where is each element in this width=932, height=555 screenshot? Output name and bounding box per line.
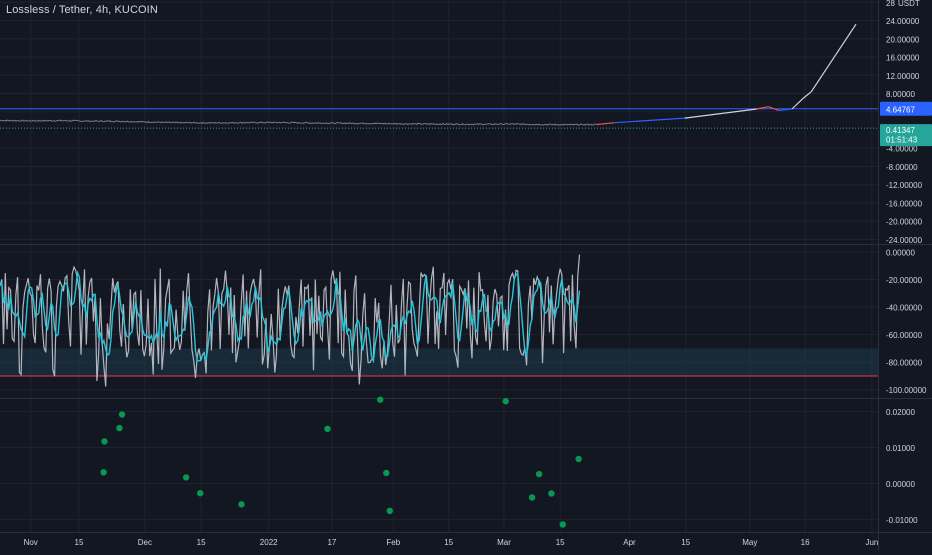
price-axis-unit: USDT (898, 0, 920, 8)
oscillator-axis-tick: -40.00000 (886, 304, 923, 313)
oscillator-band (0, 348, 878, 376)
price-axis-tick: -16.00000 (886, 199, 923, 208)
time-axis-label: 15 (556, 538, 565, 547)
time-axis-label: 15 (681, 538, 690, 547)
dots-axis-tick: 0.02000 (886, 408, 915, 417)
chart-background (0, 0, 932, 550)
signal-dot (100, 469, 107, 476)
chart-root: 28 24.00000 20.00000 16.00000 12.00000 8.0000… (0, 0, 932, 550)
price-axis-tick: -8.00000 (886, 163, 918, 172)
signal-dot (502, 398, 509, 405)
signal-dot (118, 411, 126, 418)
time-axis-label: May (742, 538, 757, 547)
oscillator-axis-tick: -20.00000 (886, 276, 923, 285)
price-axis-tick: 28 (886, 0, 895, 8)
price-axis-tick: 16.00000 (886, 54, 920, 63)
signal-dot (238, 501, 245, 508)
oscillator-axis-tick: 0.00000 (886, 248, 915, 257)
time-axis-label: Feb (386, 538, 400, 547)
oscillator-axis-tick: -60.00000 (886, 331, 923, 340)
signal-dot (548, 490, 555, 497)
signal-dot (535, 470, 543, 478)
price-axis-tick: -12.00000 (886, 181, 923, 190)
time-axis-label: 15 (444, 538, 453, 547)
time-axis-label: 15 (197, 538, 206, 547)
signal-dot (101, 438, 108, 445)
price-axis-tick: 8.00000 (886, 90, 915, 99)
chart-canvas[interactable]: 28 24.00000 20.00000 16.00000 12.00000 8.0000… (0, 0, 932, 550)
horizontal-level-label: 4.64767 (886, 105, 915, 114)
signal-dot (197, 490, 204, 497)
time-axis-label: 2022 (260, 538, 278, 547)
price-axis-tick: 24.00000 (886, 17, 920, 26)
signal-dot (383, 469, 390, 477)
signal-dot (377, 396, 384, 403)
last-price-countdown: 01:51:43 (886, 136, 918, 145)
signal-dot (116, 424, 123, 432)
time-axis-label: Jun (865, 538, 878, 547)
symbol-title: Lossless / Tether, 4h, KUCOIN (6, 4, 158, 16)
signal-dot (386, 507, 393, 514)
price-axis-tick: 12.00000 (886, 72, 920, 81)
oscillator-axis-tick: -80.00000 (886, 359, 923, 368)
signal-dot (559, 521, 566, 528)
dots-axis-tick: -0.01000 (886, 516, 918, 525)
time-axis-label: Apr (623, 538, 636, 547)
price-axis-tick: 20.00000 (886, 35, 920, 44)
time-axis-label: 16 (801, 538, 810, 547)
last-price-label: 0.41347 (886, 126, 915, 135)
price-axis-tick: -24.00000 (886, 236, 923, 245)
time-axis-label: Nov (24, 538, 38, 547)
oscillator-axis-tick: -100.00000 (886, 386, 927, 395)
time-axis-label: 17 (327, 538, 336, 547)
time-axis-label: Mar (497, 538, 511, 547)
signal-dot (528, 494, 536, 501)
time-axis-label: 15 (75, 538, 84, 547)
price-axis-tick: -20.00000 (886, 218, 923, 227)
signal-dot (324, 425, 331, 432)
signal-dot (182, 474, 190, 481)
time-axis-label: Dec (138, 538, 152, 547)
dots-axis-tick: 0.01000 (886, 444, 915, 453)
dots-axis-tick: 0.00000 (886, 480, 915, 489)
signal-dot (575, 455, 582, 463)
